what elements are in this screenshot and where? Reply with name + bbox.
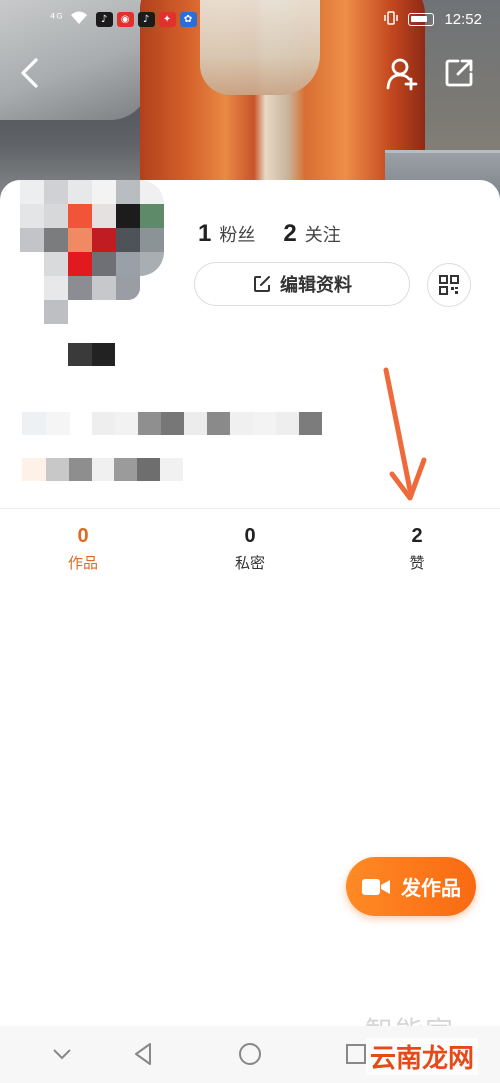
section-divider — [0, 508, 500, 509]
tab-likes-count: 2 — [411, 525, 423, 547]
tab-works-label: 作品 — [67, 554, 98, 572]
bio-line-1-blurred — [22, 412, 322, 439]
notification-app-icons: ♪ ◉ ♪ ✦ ✿ — [95, 11, 197, 27]
annotation-arrow — [383, 367, 427, 501]
nav-back-icon — [135, 1043, 151, 1065]
nav-back-button[interactable] — [130, 1040, 158, 1068]
followers-count: 1 — [198, 220, 212, 247]
edit-profile-label: 编辑资料 — [280, 275, 352, 296]
username-blurred — [68, 343, 115, 370]
share-button[interactable] — [442, 56, 476, 90]
tab-likes-label: 赞 — [409, 554, 425, 572]
app-notification-icon: ✦ — [158, 11, 176, 27]
avatar[interactable] — [20, 180, 165, 325]
tiktok-icon: ♪ — [95, 11, 113, 27]
qr-code-button[interactable] — [427, 263, 471, 307]
tiktok-icon: ♪ — [137, 11, 155, 27]
back-button[interactable] — [12, 55, 48, 91]
status-bar: ⁴ᴳ ♪ ◉ ♪ ✦ ✿ 12:52 — [0, 0, 500, 38]
share-icon — [445, 59, 473, 87]
tab-works-count: 0 — [77, 525, 89, 547]
content-tabs: 0 作品 0 私密 2 赞 — [0, 525, 500, 573]
tab-private-count: 0 — [244, 525, 256, 547]
qr-code-icon — [439, 275, 459, 295]
followers-stat[interactable]: 1 粉丝 — [198, 220, 255, 248]
tab-private[interactable]: 0 私密 — [166, 525, 334, 573]
nav-home-button[interactable] — [236, 1040, 264, 1068]
publish-label: 发作品 — [401, 876, 461, 900]
publish-button[interactable]: 发作品 — [346, 857, 476, 916]
watermark-bottom: 云南龙网 — [366, 1038, 479, 1075]
tab-works[interactable]: 0 作品 — [0, 525, 166, 573]
followers-label: 粉丝 — [219, 225, 256, 246]
nav-home-icon — [239, 1043, 261, 1065]
following-count: 2 — [283, 220, 297, 247]
following-stat[interactable]: 2 关注 — [283, 220, 340, 248]
edit-icon — [254, 276, 270, 292]
nav-down-button[interactable] — [48, 1040, 76, 1068]
nav-down-icon — [53, 1049, 71, 1060]
back-icon — [21, 58, 38, 88]
vibrate-icon — [384, 10, 399, 28]
tab-likes[interactable]: 2 赞 — [334, 525, 500, 573]
profile-stats: 1 粉丝 2 关注 — [198, 220, 341, 248]
battery-icon — [408, 12, 435, 26]
baidu-icon: ✿ — [179, 11, 197, 27]
edit-profile-button[interactable]: 编辑资料 — [194, 262, 410, 306]
weibo-icon: ◉ — [116, 11, 134, 27]
camera-icon — [362, 878, 390, 895]
following-label: 关注 — [304, 225, 341, 246]
tab-private-label: 私密 — [234, 554, 265, 572]
signal-indicator: ⁴ᴳ — [50, 11, 64, 27]
add-friend-icon — [386, 58, 418, 91]
status-time: 12:52 — [444, 10, 482, 28]
wifi-icon — [70, 11, 88, 28]
bio-line-2-blurred — [22, 458, 183, 485]
add-friend-button[interactable] — [384, 55, 420, 91]
